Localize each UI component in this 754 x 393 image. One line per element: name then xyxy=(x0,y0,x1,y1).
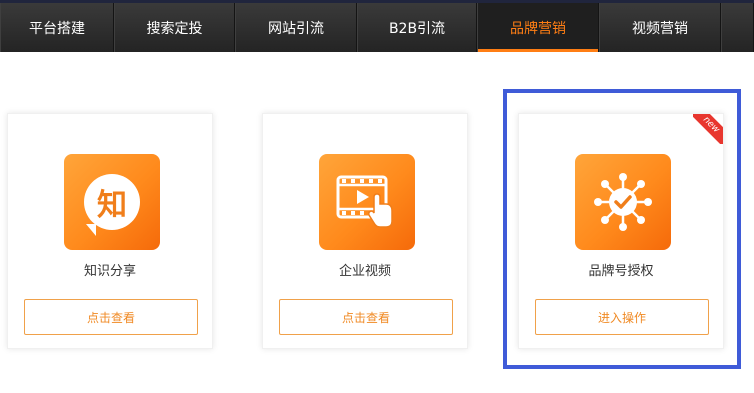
knowledge-icon: 知 xyxy=(64,154,160,250)
tab-b2b-traffic[interactable]: B2B引流 xyxy=(357,3,477,52)
tab-brand-marketing[interactable]: 品牌营销 xyxy=(477,3,599,52)
tab-overflow[interactable] xyxy=(721,3,754,52)
top-navigation-bar: 平台搭建 搜索定投 网站引流 B2B引流 品牌营销 视频营销 xyxy=(0,0,754,52)
knowledge-share-card: 知 知识分享 点击查看 xyxy=(7,113,213,349)
tab-video-marketing[interactable]: 视频营销 xyxy=(599,3,721,52)
knowledge-icon-glyph: 知 xyxy=(97,188,127,223)
tab-search-targeting[interactable]: 搜索定投 xyxy=(114,3,235,52)
brand-authorization-card: new 品牌号授权 进入操作 xyxy=(518,113,724,349)
enter-operation-button[interactable]: 进入操作 xyxy=(535,299,709,335)
card-title: 企业视频 xyxy=(338,264,391,279)
view-knowledge-button[interactable]: 点击查看 xyxy=(24,299,198,335)
tab-website-traffic[interactable]: 网站引流 xyxy=(235,3,357,52)
new-badge: new xyxy=(693,114,723,144)
card-title: 品牌号授权 xyxy=(588,264,654,279)
card-title: 知识分享 xyxy=(83,264,136,279)
tab-platform-building[interactable]: 平台搭建 xyxy=(0,3,114,52)
corporate-video-card: 企业视频 点击查看 xyxy=(262,113,468,349)
view-video-button[interactable]: 点击查看 xyxy=(279,299,453,335)
video-play-icon xyxy=(319,154,415,250)
network-check-icon xyxy=(575,154,671,250)
